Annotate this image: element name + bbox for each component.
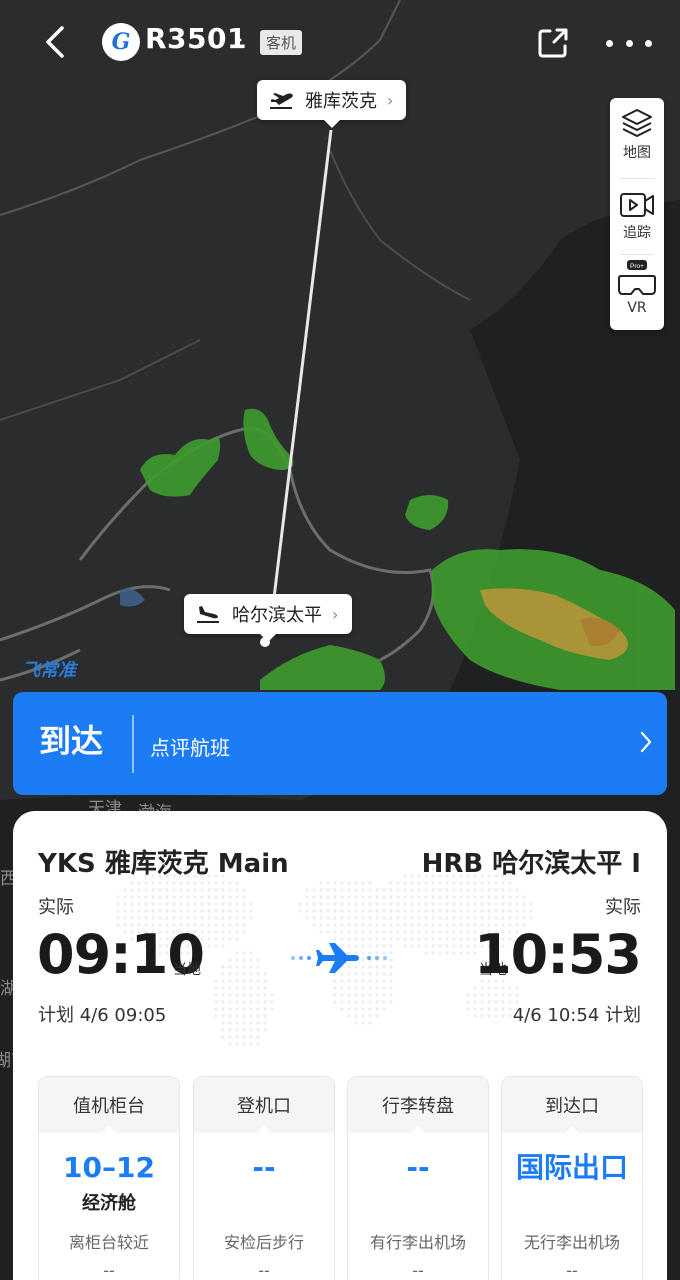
departure-callout-label: 雅库茨克 <box>305 91 377 112</box>
airline-logo-glyph: G <box>111 29 131 55</box>
vr-headset-icon: Pro+ <box>618 260 656 295</box>
flight-info-card: YKS 雅库茨克 Main HRB 哈尔滨太平 I 实际 实际 09:10 当地… <box>13 811 667 1280</box>
tile-subvalue <box>502 1189 642 1213</box>
track-label: 追踪 <box>623 225 651 241</box>
vr-button[interactable]: Pro+ VR <box>610 260 664 316</box>
tile-note: 安检后步行 <box>223 1233 304 1252</box>
back-arrow-icon[interactable] <box>36 22 76 62</box>
tile-title: 值机柜台 <box>39 1077 179 1134</box>
share-icon[interactable] <box>534 24 572 62</box>
flight-status-bar[interactable]: 到达 点评航班 <box>13 692 667 795</box>
review-flight-link[interactable]: 点评航班 <box>150 732 230 761</box>
chevron-right-icon[interactable] <box>639 730 653 754</box>
departure-time-label: 实际 <box>38 897 74 918</box>
arrival-scheduled-time: 4/6 10:54 计划 <box>512 1005 641 1026</box>
tile-note: 离柜台较近 <box>68 1233 149 1252</box>
map-layers-button[interactable]: 地图 <box>610 106 664 162</box>
aircraft-type-badge: 客机 <box>260 30 303 55</box>
takeoff-icon <box>270 93 293 109</box>
checkin-counter-tile[interactable]: 值机柜台 10–12 经济舱 离柜台较近 -- <box>38 1076 180 1280</box>
flight-status: 到达 <box>39 722 104 760</box>
divider <box>620 254 654 255</box>
video-track-icon <box>620 193 654 217</box>
tile-value: -- <box>406 1151 430 1184</box>
boarding-gate-tile[interactable]: 登机口 -- 安检后步行 -- <box>193 1076 335 1280</box>
vr-pro-badge: Pro+ <box>630 263 644 270</box>
tile-subvalue: 经济舱 <box>82 1193 136 1214</box>
tile-extra: -- <box>566 1261 578 1280</box>
arrival-time-label: 实际 <box>605 897 641 918</box>
departure-airport-name[interactable]: YKS 雅库茨克 Main <box>38 843 289 880</box>
map-controls-panel: 地图 追踪 Pro+ VR <box>610 98 664 330</box>
tile-note: 无行李出机场 <box>523 1233 620 1252</box>
layers-icon <box>622 109 652 137</box>
arrival-callout-label: 哈尔滨太平 <box>232 605 322 626</box>
divider <box>132 715 134 773</box>
arrival-exit-tile[interactable]: 到达口 国际出口 无行李出机场 -- <box>501 1076 643 1280</box>
airplane-icon <box>291 943 387 973</box>
arrival-airport-name[interactable]: HRB 哈尔滨太平 I <box>422 843 641 880</box>
chevron-right-icon: › <box>332 604 339 624</box>
flight-number[interactable]: R3501 <box>145 22 247 55</box>
tile-subvalue <box>194 1189 334 1213</box>
vr-label: VR <box>627 300 647 316</box>
map-layers-label: 地图 <box>623 145 651 161</box>
tile-note: 有行李出机场 <box>369 1233 466 1252</box>
tile-value: 国际出口 <box>515 1151 628 1184</box>
more-options-icon[interactable] <box>606 24 652 62</box>
chevron-right-icon: › <box>387 90 394 110</box>
tile-extra: -- <box>258 1261 270 1280</box>
departure-scheduled-time: 计划 4/6 09:05 <box>38 1005 167 1026</box>
tile-extra: -- <box>103 1261 115 1280</box>
baggage-carousel-tile[interactable]: 行李转盘 -- 有行李出机场 -- <box>347 1076 489 1280</box>
departure-airport-callout[interactable]: 雅库茨克 › <box>257 80 406 128</box>
tile-title: 到达口 <box>502 1077 642 1134</box>
arrival-airport-callout[interactable]: 哈尔滨太平 › <box>184 594 352 642</box>
track-button[interactable]: 追踪 <box>610 190 664 242</box>
airline-logo: G <box>102 23 140 61</box>
tile-subvalue <box>348 1189 488 1213</box>
caret-right-icon[interactable] <box>235 34 242 46</box>
landing-icon <box>197 606 219 623</box>
arrival-actual-time: 10:53 <box>474 923 642 986</box>
tile-extra: -- <box>412 1261 424 1280</box>
divider <box>620 178 654 179</box>
tile-title: 行李转盘 <box>348 1077 488 1134</box>
map-watermark: 飞常准 <box>22 660 76 681</box>
top-bar: G R3501 客机 <box>0 0 680 86</box>
tile-value: 10–12 <box>63 1151 155 1184</box>
tile-value: -- <box>252 1151 276 1184</box>
departure-local-tag: 当地 <box>173 962 201 978</box>
tile-title: 登机口 <box>194 1077 334 1134</box>
